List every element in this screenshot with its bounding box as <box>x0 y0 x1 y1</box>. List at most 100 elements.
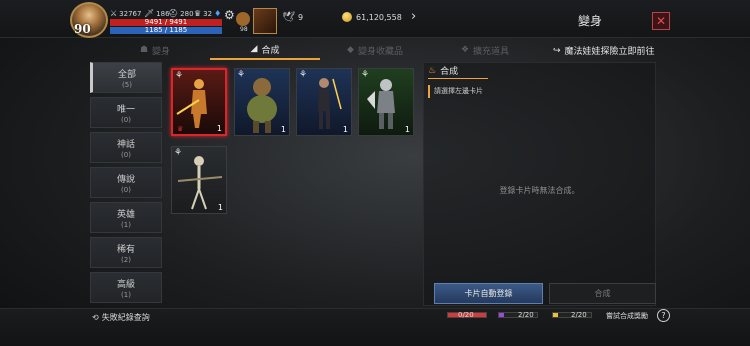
buff-slot[interactable] <box>253 8 277 34</box>
stat-attack: 🗡 186 <box>144 9 170 18</box>
tab-synthesis-label: 合成 <box>261 45 280 56</box>
category-all[interactable]: 全部 (5) <box>90 62 162 93</box>
category-name: 傳說 <box>116 174 135 185</box>
tab-morph[interactable]: ☗ 變身 <box>100 40 210 60</box>
category-count: (1) <box>121 220 131 229</box>
collection-icon: ◆ <box>347 45 354 55</box>
gold-coin-icon <box>342 12 352 22</box>
gem-icon: ♦ <box>214 9 222 18</box>
category-count: (0) <box>121 115 131 124</box>
card-normal-skeleton[interactable]: ⚘ 1 <box>171 146 227 214</box>
category-name: 神話 <box>116 139 135 150</box>
category-name: 稀有 <box>116 244 135 255</box>
bag-icon[interactable] <box>236 12 250 26</box>
category-mythic[interactable]: 神話 (0) <box>90 132 162 163</box>
category-list: 全部 (5) 唯一 (0) 神話 (0) 傳說 (0) 英雄 (1) 稀有 (2) 高級 (1… <box>90 62 162 307</box>
mp-bar: 1185 / 1185 <box>110 27 222 34</box>
chevron-right-icon[interactable]: › <box>411 9 416 24</box>
category-name: 全部 <box>117 69 136 80</box>
panel-header-label: 合成 <box>440 67 459 77</box>
tab-expand-label: 擴充道具 <box>473 46 510 57</box>
tab-expand[interactable]: ❖ 擴充道具 <box>430 40 540 60</box>
card-grade-icon: ⚘ <box>361 70 370 80</box>
card-hero-warrior[interactable]: ⚘ ♛ 1 <box>171 68 227 136</box>
category-name: 唯一 <box>116 104 135 115</box>
wings-value: 9 <box>298 13 304 22</box>
synthesize-button[interactable]: 合成 <box>549 283 656 304</box>
category-hero[interactable]: 英雄 (1) <box>90 202 162 233</box>
hp-bar: 9491 / 9491 <box>110 19 222 26</box>
category-unique[interactable]: 唯一 (0) <box>90 97 162 128</box>
card-count: 1 <box>217 203 223 212</box>
synthesis-icon: ◢ <box>250 44 258 54</box>
panel-header-underline <box>428 78 488 79</box>
card-rank-icon: ♛ <box>177 125 184 133</box>
close-button[interactable]: ✕ <box>652 12 670 30</box>
card-count: 1 <box>280 125 286 134</box>
category-rare[interactable]: 稀有 (2) <box>90 237 162 268</box>
fire-icon: ♨ <box>428 65 437 76</box>
category-count: (0) <box>121 150 131 159</box>
gauge-yellow-fill <box>553 313 558 317</box>
help-button[interactable]: ? <box>657 309 670 322</box>
stat-magic: ♛ 32 ♦ <box>194 9 221 18</box>
wings-icon: 🕊 <box>282 12 295 23</box>
failure-history-link[interactable]: ⟲ 失敗紀錄查詢 <box>92 312 150 323</box>
panel-hint: 請選擇左邊卡片 <box>428 85 648 98</box>
category-count: (0) <box>121 185 131 194</box>
gear-icon[interactable]: ⚙ <box>224 8 235 22</box>
card-grade-icon: ⚘ <box>175 71 184 81</box>
expedition-link[interactable]: ↪ 魔法娃娃探險立即前往 <box>553 44 655 58</box>
panel-header: ♨ 合成 <box>428 64 459 78</box>
gauge-purple-fill <box>499 313 504 317</box>
stat-defense-value: 280 <box>180 9 194 18</box>
dagger-icon: 🗡 <box>144 9 155 18</box>
category-count: (2) <box>121 255 131 264</box>
hp-text: 9491 / 9491 <box>144 18 188 26</box>
category-advanced[interactable]: 高級 (1) <box>90 272 162 303</box>
page-title: 變身 <box>578 14 603 28</box>
card-advanced-knight[interactable]: ⚘ 1 <box>358 68 414 136</box>
history-icon: ⟲ <box>92 313 99 322</box>
card-grade-icon: ⚘ <box>299 70 308 80</box>
synthesis-panel <box>423 62 656 306</box>
trophy-icon: ♛ <box>194 9 202 18</box>
tab-synthesis[interactable]: ◢ 合成 <box>210 40 320 60</box>
card-rare-ogre[interactable]: ⚘ 1 <box>234 68 290 136</box>
tab-collection-label: 變身收藏品 <box>357 46 403 57</box>
failure-history-label: 失敗紀錄查詢 <box>101 313 150 322</box>
category-count: (5) <box>122 80 132 89</box>
card-grade-icon: ⚘ <box>174 148 183 158</box>
bag-count: 98 <box>240 26 248 33</box>
stat-magic-value: 32 <box>203 9 213 18</box>
expand-icon: ❖ <box>460 45 470 55</box>
sword-icon: ⚔ <box>110 9 118 18</box>
empty-message: 登錄卡片時無法合成。 <box>499 186 580 195</box>
auto-register-button[interactable]: 卡片自動登錄 <box>434 283 543 304</box>
card-count: 1 <box>216 124 222 133</box>
card-grade-icon: ⚘ <box>237 70 246 80</box>
gauge-yellow-label: 2/20 <box>571 311 587 319</box>
mp-text: 1185 / 1185 <box>144 26 188 34</box>
stat-power-value: 32767 <box>119 9 142 18</box>
gold-value: 61,120,558 <box>356 13 402 22</box>
stat-defense: ⛑ 280 <box>168 9 194 18</box>
expedition-link-label: 魔法娃娃探險立即前往 <box>564 47 655 57</box>
category-legend[interactable]: 傳說 (0) <box>90 167 162 198</box>
gauge-purple-label: 2/20 <box>518 311 534 319</box>
card-count: 1 <box>342 125 348 134</box>
tab-collection[interactable]: ◆ 變身收藏品 <box>320 40 430 60</box>
category-name: 英雄 <box>116 209 135 220</box>
arrow-curve-icon: ↪ <box>553 45 561 56</box>
category-count: (1) <box>121 290 131 299</box>
morph-icon: ☗ <box>139 45 149 55</box>
card-rare-swordsman[interactable]: ⚘ 1 <box>296 68 352 136</box>
tab-morph-label: 變身 <box>152 46 171 57</box>
player-level: 90 <box>74 22 91 36</box>
try-reward-label: 嘗試合成獎勵 <box>606 312 648 320</box>
gauge-red-label: 0/20 <box>458 311 474 319</box>
helmet-icon: ⛑ <box>168 9 179 18</box>
category-name: 高級 <box>116 279 135 290</box>
stat-power: ⚔ 32767 <box>110 9 141 18</box>
tab-bar: ☗ 變身 ◢ 合成 ◆ 變身收藏品 ❖ 擴充道具 <box>100 40 540 60</box>
